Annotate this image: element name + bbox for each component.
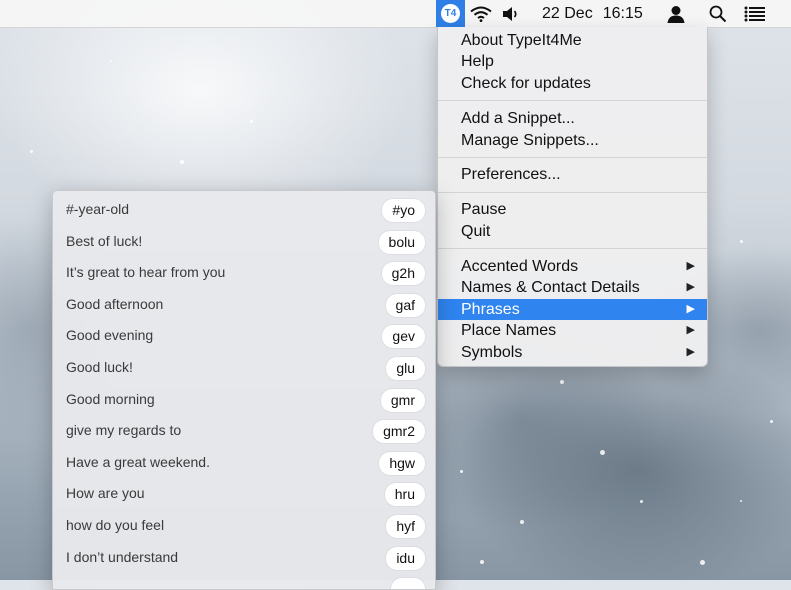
menu-item-label: Quit — [461, 223, 491, 240]
snowflake — [700, 560, 705, 565]
snippet-row[interactable]: It’s great to hear from you g2h — [53, 257, 435, 289]
volume-icon[interactable] — [500, 0, 522, 27]
snippet-row[interactable]: Best of luck! bolu — [53, 226, 435, 258]
menu-item-names-contact-details[interactable]: Names & Contact Details ▶ — [438, 277, 707, 298]
menu-item-symbols[interactable]: Symbols ▶ — [438, 342, 707, 363]
snowflake — [110, 60, 112, 62]
menu-item-check-updates[interactable]: Check for updates — [438, 73, 707, 94]
snippet-phrase: Best of luck! — [66, 232, 143, 249]
snippet-abbreviation: idu — [386, 546, 425, 570]
menu-item-label: About TypeIt4Me — [461, 32, 582, 49]
snippet-row[interactable]: I don’t understand idu — [53, 542, 435, 574]
snowflake — [460, 470, 463, 473]
menu-separator — [438, 192, 707, 193]
user-icon[interactable] — [664, 0, 688, 27]
menu-item-about[interactable]: About TypeIt4Me — [438, 30, 707, 51]
snippet-abbreviation: gmr — [380, 388, 425, 412]
snowflake — [770, 420, 773, 423]
menu-item-label: Accented Words — [461, 258, 579, 275]
submenu-arrow-icon: ▶ — [686, 260, 695, 272]
submenu-arrow-icon: ▶ — [686, 324, 695, 336]
snippet-phrase: Have a great weekend. — [66, 453, 210, 470]
menu-item-place-names[interactable]: Place Names ▶ — [438, 320, 707, 341]
menu-item-preferences[interactable]: Preferences... — [438, 164, 707, 185]
snippet-phrase: Good morning — [66, 390, 155, 407]
snippet-row[interactable]: how do you feel hyf — [53, 510, 435, 542]
snippet-row[interactable]: Good luck! glu — [53, 352, 435, 384]
menu-item-label: Pause — [461, 201, 507, 218]
phrases-submenu: #-year-old #yo Best of luck! bolu It’s gre… — [52, 190, 436, 590]
snippet-row[interactable]: Good morning gmr — [53, 384, 435, 416]
snippet-phrase: Good evening — [66, 327, 154, 344]
menu-item-label: Place Names — [461, 322, 557, 339]
menu-item-quit[interactable]: Quit — [438, 221, 707, 242]
search-icon[interactable] — [706, 0, 730, 27]
snippet-phrase: give my regards to — [66, 422, 182, 439]
menu-item-manage-snippets[interactable]: Manage Snippets... — [438, 130, 707, 151]
typeit4me-menu-extra[interactable]: T4 — [436, 0, 465, 27]
snippet-abbreviation: hru — [384, 483, 425, 507]
menu-separator — [438, 248, 707, 249]
clock-time: 16:15 — [602, 4, 643, 22]
clock-date: 22 Dec — [542, 4, 593, 22]
snippet-abbreviation: g2h — [381, 262, 425, 286]
snippet-phrase: Good afternoon — [66, 295, 164, 312]
snippet-row[interactable]: Good afternoon gaf — [53, 289, 435, 321]
snippet-abbreviation: glu — [386, 357, 425, 380]
snowflake — [520, 520, 524, 524]
snippet-phrase: How are you — [66, 485, 145, 502]
snowflake — [180, 160, 184, 164]
snippet-phrase: It’s great to hear from you — [66, 264, 226, 281]
menu-separator — [438, 157, 707, 158]
menu-item-label: Manage Snippets... — [461, 132, 599, 149]
menu-item-pause[interactable]: Pause — [438, 199, 707, 220]
snippet-abbreviation: gev — [382, 325, 425, 349]
snippet-phrase: Good luck! — [66, 359, 133, 375]
snowflake — [740, 240, 743, 243]
snippet-row[interactable]: Good evening gev — [53, 320, 435, 352]
snippet-row[interactable]: #-year-old #yo — [53, 194, 435, 226]
snippet-row[interactable]: How are you hru — [53, 478, 435, 510]
snippet-abbreviation: gaf — [385, 293, 425, 317]
snippet-abbreviation: hyf — [386, 515, 425, 538]
snippet-row-partial[interactable] — [53, 573, 435, 589]
menu-separator — [438, 100, 707, 101]
snippet-phrase: #-year-old — [66, 201, 130, 217]
snippet-row[interactable]: give my regards to gmr2 — [53, 415, 435, 447]
snowflake — [560, 380, 564, 384]
snowflake — [640, 500, 643, 503]
menu-item-label: Add a Snippet... — [461, 110, 575, 127]
menu-item-label: Check for updates — [461, 75, 591, 92]
wifi-icon[interactable] — [468, 0, 494, 27]
menu-item-label: Phrases — [461, 301, 520, 318]
snippet-abbreviation: bolu — [378, 230, 425, 254]
menu-item-label: Preferences... — [461, 166, 561, 183]
menu-item-help[interactable]: Help — [438, 51, 707, 72]
snippet-abbreviation: #yo — [382, 199, 425, 222]
snippet-abbreviation: gmr2 — [373, 420, 425, 444]
snippet-row[interactable]: Have a great weekend. hgw — [53, 447, 435, 479]
snowflake — [480, 560, 484, 564]
menu-item-label: Symbols — [461, 344, 523, 361]
submenu-arrow-icon: ▶ — [686, 281, 695, 293]
clock[interactable]: 22 Dec 16:15 — [542, 0, 647, 27]
menu-item-label: Help — [461, 53, 494, 70]
menu-item-phrases[interactable]: Phrases ▶ — [438, 299, 707, 320]
snippet-phrase: I don’t understand — [66, 548, 179, 565]
snowflake — [600, 450, 605, 455]
menu-item-add-snippet[interactable]: Add a Snippet... — [438, 108, 707, 129]
snowflake — [740, 500, 742, 502]
notification-list-icon[interactable] — [742, 0, 768, 27]
menu-item-label: Names & Contact Details — [461, 279, 640, 296]
snippet-abbreviation: hgw — [379, 451, 425, 475]
typeit4me-dropdown-menu: About TypeIt4Me Help Check for updates A… — [437, 27, 708, 367]
snowflake — [250, 120, 253, 123]
snowflake — [30, 150, 33, 153]
menu-bar: T4 22 Dec 16:15 — [0, 0, 791, 28]
snippet-phrase: how do you feel — [66, 517, 165, 533]
typeit4me-icon: T4 — [441, 4, 460, 23]
submenu-arrow-icon: ▶ — [686, 303, 695, 315]
submenu-arrow-icon: ▶ — [686, 346, 695, 358]
menu-item-accented-words[interactable]: Accented Words ▶ — [438, 256, 707, 277]
